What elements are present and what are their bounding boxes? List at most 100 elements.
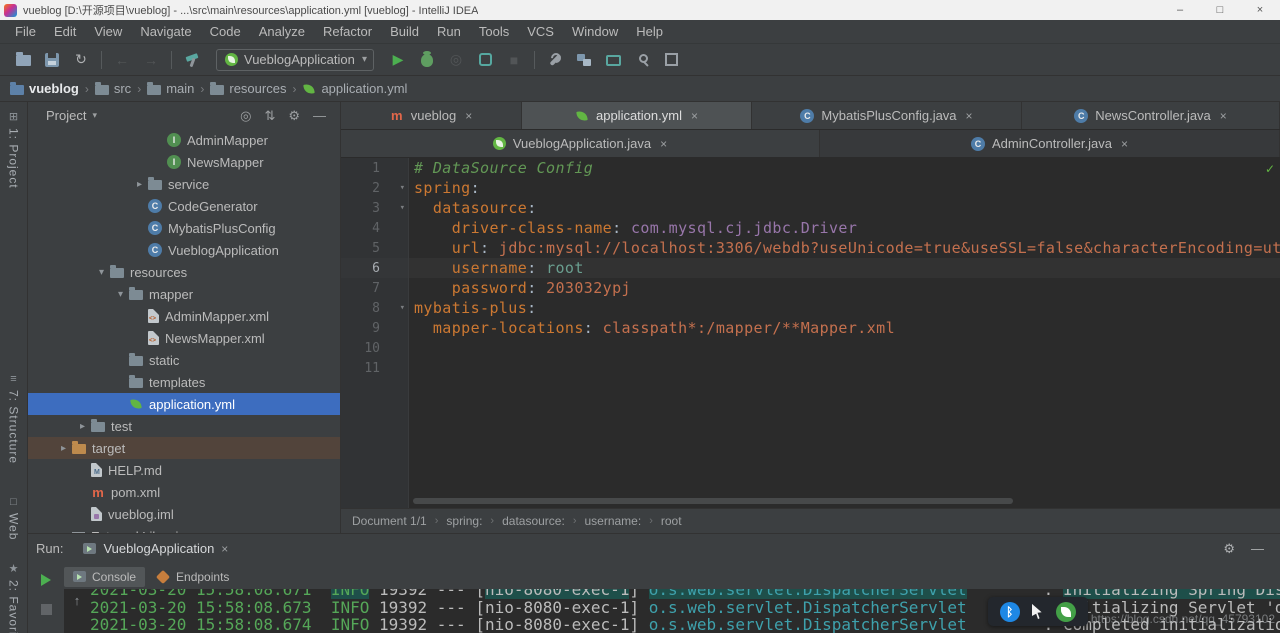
code-line[interactable]: url: jdbc:mysql://localhost:3306/webdb?u…: [414, 238, 1280, 258]
breadcrumb-item-main[interactable]: main: [147, 81, 194, 96]
menu-item-code[interactable]: Code: [201, 20, 250, 43]
status-crumb[interactable]: spring:: [446, 514, 482, 528]
view-tab-console[interactable]: Console: [64, 566, 146, 587]
tree-item-templates[interactable]: templates: [28, 371, 340, 393]
tree-arrow-icon[interactable]: ▸: [74, 421, 91, 432]
close-button[interactable]: ×: [1240, 0, 1280, 20]
tree-item-application-yml[interactable]: application.yml: [28, 393, 340, 415]
project-header-label[interactable]: Project: [46, 108, 86, 123]
expand-collapse-icon[interactable]: ⇅: [264, 108, 275, 124]
menu-item-tools[interactable]: Tools: [470, 20, 518, 43]
code-line[interactable]: datasource:: [414, 198, 1280, 218]
menu-item-analyze[interactable]: Analyze: [250, 20, 314, 43]
project-dirs-button[interactable]: [575, 51, 593, 69]
tree-item-pom-xml[interactable]: m pom.xml: [28, 481, 340, 503]
status-crumb[interactable]: datasource:: [502, 514, 565, 528]
editor-code[interactable]: # DataSource Config spring: datasource: d…: [409, 158, 1280, 508]
fold-icon[interactable]: ▾: [400, 298, 405, 318]
editor-tab-newscontroller-java[interactable]: C NewsController.java ×: [1022, 102, 1280, 129]
breadcrumb-item-vueblog[interactable]: vueblog: [10, 81, 79, 96]
open-button[interactable]: [14, 51, 32, 69]
menu-item-run[interactable]: Run: [428, 20, 470, 43]
tree-item-newsmapper[interactable]: I NewsMapper: [28, 151, 340, 173]
tools-button[interactable]: [546, 51, 564, 69]
rerun-button[interactable]: [41, 574, 51, 586]
build-button[interactable]: [183, 51, 201, 69]
tree-arrow-icon[interactable]: ▾: [93, 267, 110, 278]
tab-close-icon[interactable]: ×: [465, 109, 472, 123]
save-button[interactable]: [43, 51, 61, 69]
gear-icon[interactable]: ⚙: [288, 108, 300, 124]
editor-tab-vueblog[interactable]: m vueblog ×: [341, 102, 522, 129]
tree-arrow-icon[interactable]: ▾: [112, 289, 129, 300]
tree-item-codegenerator[interactable]: C CodeGenerator: [28, 195, 340, 217]
code-line[interactable]: password: 203032ypj: [414, 278, 1280, 298]
tab-close-icon[interactable]: ×: [660, 137, 667, 151]
gear-icon[interactable]: ⚙: [1223, 541, 1235, 557]
code-line[interactable]: mybatis-plus:: [414, 298, 1280, 318]
menu-item-edit[interactable]: Edit: [45, 20, 85, 43]
hide-panel-icon[interactable]: —: [1251, 541, 1264, 556]
run-with-coverage-button[interactable]: [476, 51, 494, 69]
tree-item-adminmapper-xml[interactable]: AdminMapper.xml: [28, 305, 340, 327]
locate-icon[interactable]: ◎: [240, 108, 251, 124]
menu-item-refactor[interactable]: Refactor: [314, 20, 381, 43]
sync-button[interactable]: ↻: [72, 51, 90, 69]
fold-icon[interactable]: ▾: [400, 198, 405, 218]
code-line[interactable]: username: root: [409, 258, 1280, 278]
editor-tab-mybatisplusconfig-java[interactable]: C MybatisPlusConfig.java ×: [752, 102, 1022, 129]
tab-close-icon[interactable]: ×: [1220, 109, 1227, 123]
tree-item-vueblogapplication[interactable]: C VueblogApplication: [28, 239, 340, 261]
status-crumb[interactable]: username:: [584, 514, 641, 528]
code-line[interactable]: [414, 358, 1280, 378]
layers-button[interactable]: [662, 51, 680, 69]
menu-item-file[interactable]: File: [6, 20, 45, 43]
run-config-select[interactable]: VueblogApplication ▾: [216, 48, 374, 71]
tree-item-mybatisplusconfig[interactable]: C MybatisPlusConfig: [28, 217, 340, 239]
horizontal-scrollbar[interactable]: [413, 498, 1013, 504]
spring-status-icon[interactable]: [1056, 601, 1077, 622]
search-everywhere-button[interactable]: [633, 51, 651, 69]
tree-arrow-icon[interactable]: ▸: [131, 179, 148, 190]
tab-close-icon[interactable]: ×: [966, 109, 973, 123]
editor-tab-vueblogapplication-java[interactable]: VueblogApplication.java ×: [341, 130, 820, 157]
code-line[interactable]: spring:: [414, 178, 1280, 198]
menu-item-help[interactable]: Help: [627, 20, 672, 43]
code-line[interactable]: # DataSource Config: [414, 158, 1280, 178]
editor-tab-admincontroller-java[interactable]: C AdminController.java ×: [820, 130, 1280, 157]
tree-item-mapper[interactable]: ▾ mapper: [28, 283, 340, 305]
breadcrumb-item-resources[interactable]: resources: [210, 81, 286, 96]
tree-item-adminmapper[interactable]: I AdminMapper: [28, 129, 340, 151]
breadcrumb-item-application-yml[interactable]: application.yml: [302, 81, 407, 96]
close-icon[interactable]: ×: [221, 542, 228, 556]
debug-button[interactable]: [418, 51, 436, 69]
tree-item-help-md[interactable]: HELP.md: [28, 459, 340, 481]
tool-stripe-7-structure[interactable]: ≡ 7: Structure: [7, 369, 21, 468]
fold-icon[interactable]: ▾: [400, 178, 405, 198]
menu-item-vcs[interactable]: VCS: [518, 20, 563, 43]
menu-item-navigate[interactable]: Navigate: [131, 20, 200, 43]
view-tab-endpoints[interactable]: Endpoints: [147, 567, 238, 587]
tree-item-resources[interactable]: ▾ resources: [28, 261, 340, 283]
run-button[interactable]: ▶: [389, 51, 407, 69]
menu-item-window[interactable]: Window: [563, 20, 627, 43]
code-line[interactable]: driver-class-name: com.mysql.cj.jdbc.Dri…: [414, 218, 1280, 238]
editor-tab-application-yml[interactable]: application.yml ×: [522, 102, 752, 129]
bluetooth-icon[interactable]: ᛒ: [999, 601, 1020, 622]
tool-stripe-web[interactable]: □ Web: [7, 492, 21, 544]
tree-item-newsmapper-xml[interactable]: NewsMapper.xml: [28, 327, 340, 349]
status-crumb[interactable]: root: [661, 514, 682, 528]
tree-item-service[interactable]: ▸ service: [28, 173, 340, 195]
tree-item-external-libraries[interactable]: ▸External Libraries: [28, 525, 340, 533]
scroll-top-icon[interactable]: ↑: [74, 593, 81, 633]
tab-close-icon[interactable]: ×: [1121, 137, 1128, 151]
chevron-down-icon[interactable]: ▾: [92, 110, 97, 121]
tool-stripe-2-favorites[interactable]: ★ 2: Favorites: [7, 558, 21, 633]
menu-item-build[interactable]: Build: [381, 20, 428, 43]
menu-item-view[interactable]: View: [85, 20, 131, 43]
tree-item-target[interactable]: ▸ target: [28, 437, 340, 459]
tool-stripe-1-project[interactable]: ⊞ 1: Project: [7, 106, 21, 193]
code-line[interactable]: mapper-locations: classpath*:/mapper/**M…: [414, 318, 1280, 338]
minimize-button[interactable]: –: [1160, 0, 1200, 20]
hide-panel-icon[interactable]: —: [313, 108, 326, 123]
